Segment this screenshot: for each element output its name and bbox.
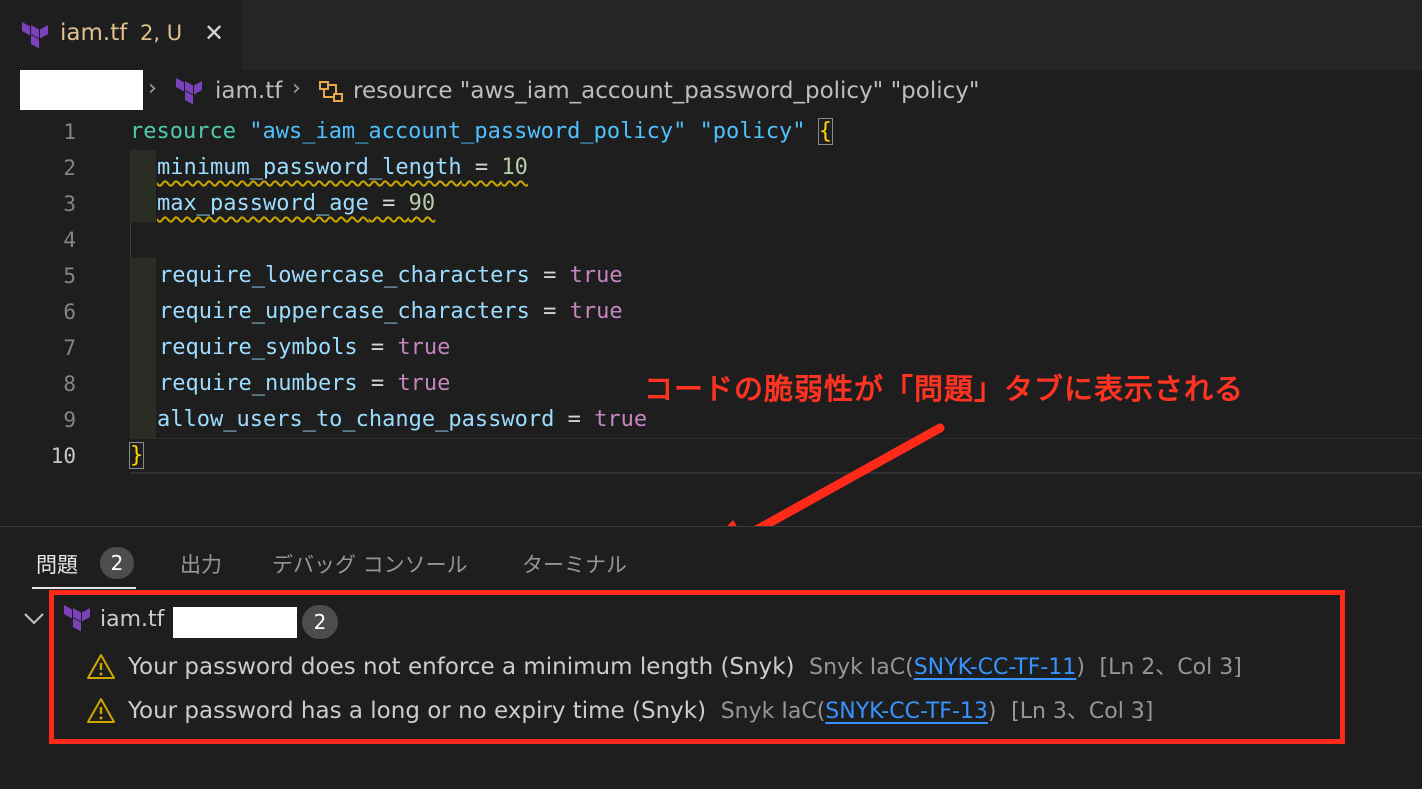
problems-count-badge: 2	[100, 547, 134, 579]
line-number: 7	[63, 336, 76, 360]
line-number: 10	[50, 444, 76, 468]
attribute-token: allow_users_to_change_password	[157, 407, 555, 432]
editor-tab-bar: iam.tf 2, U ✕	[0, 0, 1422, 70]
breadcrumb-folder-redacted[interactable]	[20, 70, 143, 110]
attribute-token: require_numbers	[159, 371, 358, 396]
code-editor[interactable]: 1 resource "aws_iam_account_password_pol…	[0, 114, 1422, 526]
operator-token: =	[461, 155, 502, 180]
attribute-token: max_password_age	[157, 191, 369, 216]
line-number: 8	[63, 372, 76, 396]
tab-debug-console[interactable]: デバッグ コンソール	[272, 549, 468, 579]
chevron-down-icon[interactable]	[22, 609, 46, 633]
code-text: require_uppercase_characters = true	[159, 294, 623, 330]
code-line: 3 max_password_age = 90	[0, 186, 1422, 222]
code-line: 7 require_symbols = true	[0, 330, 1422, 366]
breadcrumb-symbol[interactable]: resource "aws_iam_account_password_polic…	[353, 78, 979, 104]
operator-token: =	[357, 335, 398, 360]
code-line: 10 }	[0, 438, 1422, 474]
boolean-token: true	[594, 407, 648, 432]
tab-output[interactable]: 出力	[180, 549, 222, 579]
indent-highlight	[130, 258, 156, 294]
code-line: 2 minimum_password_length = 10	[0, 150, 1422, 186]
code-text: resource "aws_iam_account_password_polic…	[130, 114, 834, 150]
line-number: 2	[63, 156, 76, 180]
line-number: 1	[63, 120, 76, 144]
tab-iam-tf[interactable]: iam.tf 2, U ✕	[0, 0, 242, 70]
line-number: 9	[63, 408, 76, 432]
terraform-icon	[22, 22, 50, 54]
annotation-highlight-box	[49, 590, 1345, 744]
keyword-token: resource	[130, 119, 236, 144]
indent-highlight	[130, 366, 156, 402]
annotation-callout: コードの脆弱性が「問題」タブに表示される	[644, 372, 1245, 406]
operator-token: =	[368, 191, 409, 216]
line-number: 5	[63, 264, 76, 288]
indent-highlight	[130, 186, 156, 222]
symbol-structure-icon	[318, 80, 346, 108]
code-text: minimum_password_length = 10	[157, 150, 528, 186]
brace-token: }	[128, 442, 145, 469]
warning-squiggle: minimum_password_length = 10	[157, 155, 528, 180]
line-number: 3	[63, 192, 76, 216]
tab-label: iam.tf	[60, 20, 128, 46]
brace-token: {	[817, 118, 834, 145]
tab-status-badge: 2, U	[140, 21, 183, 45]
chevron-right-icon: ›	[148, 76, 157, 101]
code-text: require_symbols = true	[159, 330, 450, 366]
code-line: 5 require_lowercase_characters = true	[0, 258, 1422, 294]
breadcrumb: › iam.tf › resource "aws_iam_account_pas…	[0, 70, 1422, 114]
terraform-icon	[176, 78, 204, 110]
operator-token: =	[529, 263, 570, 288]
code-line: 4	[0, 222, 1422, 258]
attribute-token: minimum_password_length	[157, 155, 462, 180]
boolean-token: true	[397, 335, 451, 360]
code-line: 1 resource "aws_iam_account_password_pol…	[0, 114, 1422, 150]
indent-highlight	[130, 330, 156, 366]
attribute-token: require_lowercase_characters	[159, 263, 530, 288]
code-text: allow_users_to_change_password = true	[157, 402, 647, 438]
code-text: max_password_age = 90	[157, 186, 435, 222]
code-line: 6 require_uppercase_characters = true	[0, 294, 1422, 330]
breadcrumb-file[interactable]: iam.tf	[215, 78, 282, 104]
string-token: "policy"	[699, 119, 806, 144]
number-token: 90	[408, 191, 436, 216]
code-text: require_numbers = true	[159, 366, 450, 402]
boolean-token: true	[397, 371, 451, 396]
operator-token: =	[529, 299, 570, 324]
boolean-token: true	[569, 263, 623, 288]
string-token: "aws_iam_account_password_policy"	[249, 119, 687, 144]
tab-terminal[interactable]: ターミナル	[522, 549, 627, 579]
code-text: }	[128, 438, 145, 474]
operator-token: =	[357, 371, 398, 396]
tab-problems[interactable]: 問題	[36, 549, 78, 579]
attribute-token: require_uppercase_characters	[159, 299, 530, 324]
line-number: 4	[63, 228, 76, 252]
boolean-token: true	[569, 299, 623, 324]
warning-squiggle: max_password_age = 90	[157, 191, 435, 216]
number-token: 10	[501, 155, 528, 180]
chevron-right-icon: ›	[292, 76, 301, 101]
indent-highlight	[130, 294, 156, 330]
line-number: 6	[63, 300, 76, 324]
indent-highlight	[130, 402, 156, 438]
attribute-token: require_symbols	[159, 335, 358, 360]
close-icon[interactable]: ✕	[202, 18, 226, 48]
code-text: require_lowercase_characters = true	[159, 258, 623, 294]
active-tab-indicator	[32, 587, 136, 589]
operator-token: =	[554, 407, 595, 432]
indent-highlight	[130, 150, 156, 186]
